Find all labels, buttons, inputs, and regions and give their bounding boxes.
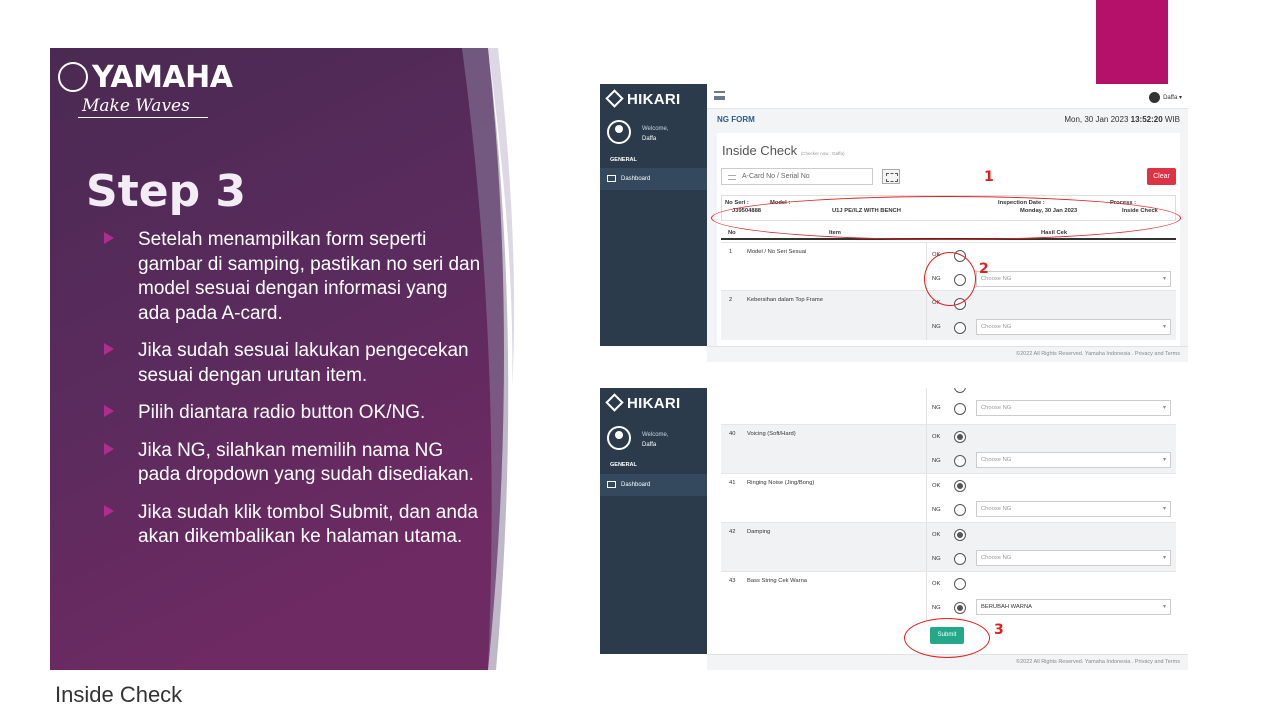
slide-caption: Inside Check <box>55 682 183 707</box>
annotation-ellipse-1 <box>711 196 1181 240</box>
ng-dropdown[interactable]: Choose NG <box>976 501 1171 517</box>
bullet-item: Setelah menampilkan form seperti gambar … <box>104 228 484 326</box>
radio-ng[interactable] <box>954 553 966 565</box>
ng-dropdown[interactable]: BERUBAH WARNA <box>976 599 1171 615</box>
section-label: GENERAL <box>610 157 637 163</box>
welcome-text: Welcome, Daffa <box>642 432 669 448</box>
annotation-number-3: 3 <box>994 622 1004 638</box>
logo-text: YAMAHA <box>92 60 233 95</box>
bullet-arrow-icon <box>104 343 114 355</box>
sidebar-item-dashboard[interactable]: Dashboard <box>600 474 707 496</box>
bullet-item: Jika NG, silahkan memilih nama NG pada d… <box>104 439 484 488</box>
user-icon <box>1149 92 1161 103</box>
user-menu[interactable]: Daffa ▾ <box>1149 92 1182 103</box>
bullet-arrow-icon <box>104 232 114 244</box>
table-row: 43 Bass String Cek Warna OK NG BERUBAH W… <box>721 571 1176 620</box>
radio-ng[interactable] <box>954 322 966 334</box>
slide-title: Step 3 <box>86 166 246 217</box>
brand[interactable]: HIKARI <box>605 89 680 108</box>
bullet-text: Setelah menampilkan form seperti gambar … <box>138 229 481 324</box>
screenshot-bottom: HIKARI Welcome, Daffa GENERAL Dashboard N… <box>600 388 1188 670</box>
bullet-arrow-icon <box>104 442 114 455</box>
topbar: Daffa ▾ <box>707 84 1188 109</box>
welcome-text: Welcome, Daffa <box>642 126 669 142</box>
page-label: NG FORM <box>717 115 755 124</box>
ng-dropdown[interactable]: Choose NG <box>976 452 1171 468</box>
sidebar-item-dashboard[interactable]: Dashboard <box>600 168 707 190</box>
annotation-number-1: 1 <box>984 169 994 185</box>
hikari-logo-icon <box>605 89 624 108</box>
ng-dropdown[interactable]: Choose NG <box>976 400 1171 416</box>
monitor-icon <box>607 481 616 488</box>
radio-ok[interactable] <box>954 578 966 590</box>
clear-button[interactable]: Clear <box>1147 168 1176 185</box>
table-row: 41 Ringing Noise (Jing/Bong) OK NG Choos… <box>721 473 1176 522</box>
bullet-text: Jika sudah klik tombol Submit, dan anda … <box>138 501 479 548</box>
annotation-number-2: 2 <box>979 261 989 277</box>
annotation-ellipse-3 <box>904 618 990 658</box>
annotation-ellipse-2 <box>924 252 976 306</box>
radio-ok-selected[interactable] <box>954 431 966 443</box>
scan-button[interactable] <box>882 169 900 184</box>
form-card: NG Choose NG 40 Voicing (Soft/Hard) OK N… <box>717 388 1180 654</box>
footer: ©2022 All Rights Reserved. Yamaha Indone… <box>707 346 1188 362</box>
ng-dropdown[interactable]: Choose NG <box>976 550 1171 566</box>
bullet-list: Setelah menampilkan form seperti gambar … <box>104 228 484 563</box>
section-label: GENERAL <box>610 462 637 468</box>
radio-ok-selected[interactable] <box>954 480 966 492</box>
accent-bar <box>1096 0 1168 84</box>
datetime: Mon, 30 Jan 2023 13:52:20 WIB <box>1064 115 1180 124</box>
ng-dropdown[interactable]: Choose NG <box>976 271 1171 287</box>
radio-ok-selected[interactable] <box>954 529 966 541</box>
bullet-item: Jika sudah sesuai lakukan pengecekan ses… <box>104 339 484 388</box>
bullet-arrow-icon <box>104 405 114 417</box>
bullet-item: Pilih diantara radio button OK/NG. <box>104 401 484 426</box>
hamburger-menu-icon[interactable] <box>714 91 725 100</box>
logo-tagline: Make Waves <box>82 96 190 116</box>
main-content: NG Choose NG 40 Voicing (Soft/Hard) OK N… <box>707 388 1188 654</box>
ng-dropdown[interactable]: Choose NG <box>976 319 1171 335</box>
table-row: 40 Voicing (Soft/Hard) OK NG Choose NG <box>721 424 1176 473</box>
bullet-item: Jika sudah klik tombol Submit, dan anda … <box>104 501 484 550</box>
avatar <box>607 120 631 144</box>
sidebar: HIKARI Welcome, Daffa GENERAL Dashboard <box>600 388 707 654</box>
table-row: 42 Damping OK NG Choose NG <box>721 522 1176 571</box>
bullet-text: Jika NG, silahkan memilih nama NG pada d… <box>138 439 474 486</box>
yamaha-emblem-icon <box>58 62 88 92</box>
hikari-logo-icon <box>605 393 624 412</box>
radio-ng[interactable] <box>954 455 966 467</box>
radio-ok[interactable] <box>954 388 966 393</box>
bullet-arrow-icon <box>104 504 114 517</box>
radio-ng-selected[interactable] <box>954 602 966 614</box>
table-row: NG Choose NG <box>721 388 1176 424</box>
card-title: Inside Check (Checker now : Daffa) <box>722 143 845 158</box>
radio-ng[interactable] <box>954 504 966 516</box>
logo-underline <box>78 117 208 118</box>
bullet-text: Jika sudah sesuai lakukan pengecekan ses… <box>138 340 469 386</box>
search-input[interactable]: A-Card No / Serial No <box>721 168 873 185</box>
avatar <box>607 426 631 450</box>
radio-ng[interactable] <box>954 403 966 415</box>
sidebar: HIKARI Welcome, Daffa GENERAL Dashboard <box>600 84 707 346</box>
monitor-icon <box>607 175 616 182</box>
bullet-text: Pilih diantara radio button OK/NG. <box>138 402 426 423</box>
brand[interactable]: HIKARI <box>605 393 680 412</box>
